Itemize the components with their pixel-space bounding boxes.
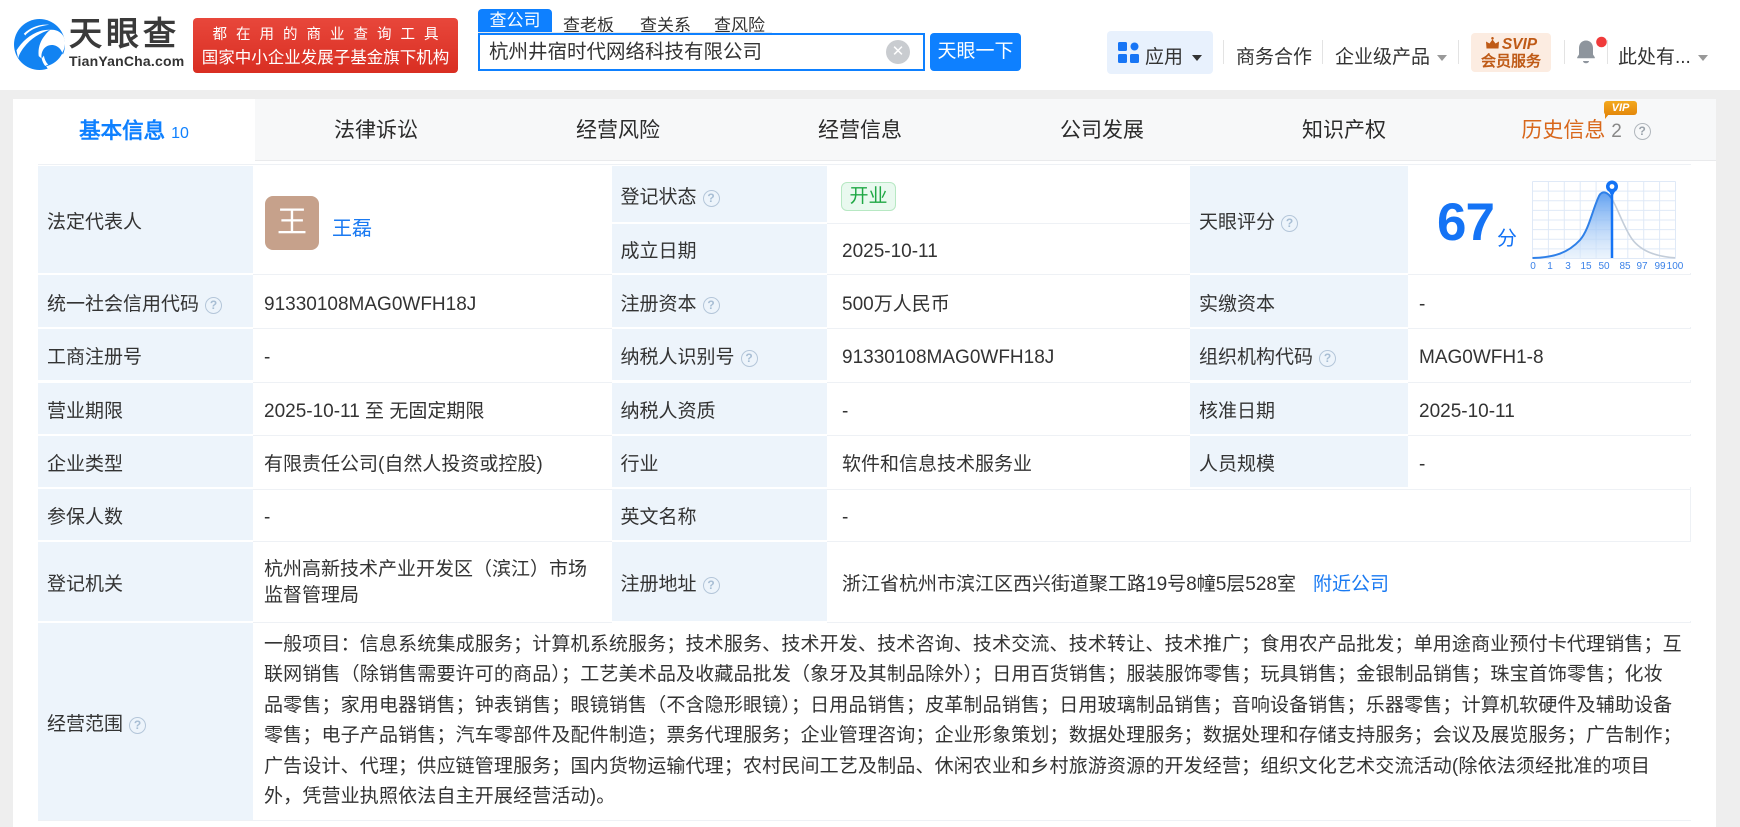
svg-text:0: 0: [1530, 261, 1536, 272]
svg-text:97: 97: [1636, 261, 1648, 272]
svg-text:50: 50: [1598, 261, 1610, 272]
svg-text:15: 15: [1580, 261, 1592, 272]
svg-text:99: 99: [1654, 261, 1666, 272]
svg-text:1: 1: [1547, 261, 1553, 272]
svg-text:85: 85: [1619, 261, 1631, 272]
svg-text:100: 100: [1667, 261, 1684, 272]
svg-text:3: 3: [1565, 261, 1571, 272]
